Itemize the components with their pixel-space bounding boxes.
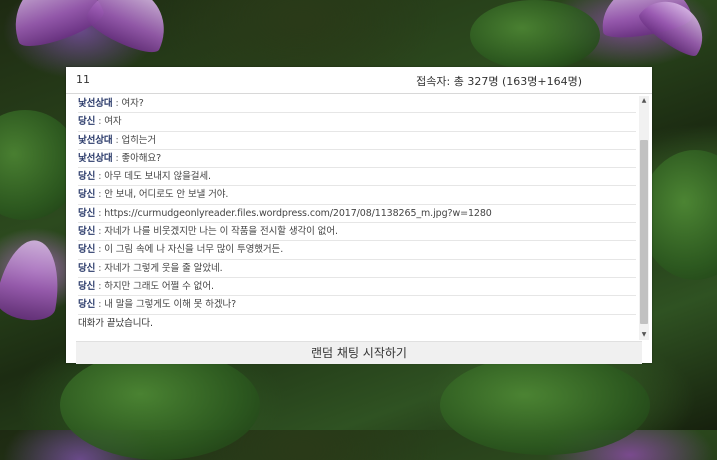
message-speaker: 당신 <box>78 116 96 128</box>
message-text: 아무 데도 보내지 않을걸세. <box>104 171 211 183</box>
flower-petal <box>0 235 67 325</box>
chat-message: 낯선상대 : 여자? <box>78 95 636 114</box>
message-speaker: 당신 <box>78 262 96 274</box>
message-text: 자네가 나를 비웃겠지만 나는 이 작품을 전시할 생각이 없어. <box>104 226 338 238</box>
chat-message: 낯선상대 : 좋아해요? <box>78 150 636 169</box>
scroll-thumb[interactable] <box>640 140 648 324</box>
chat-message: 당신 : 하지만 그래도 어쩔 수 없어. <box>78 278 636 297</box>
message-text: 여자? <box>121 98 144 109</box>
chat-message: 당신 : 여자 <box>78 113 636 132</box>
message-speaker: 당신 <box>78 171 96 183</box>
message-speaker: 당신 <box>78 207 96 219</box>
scroll-up-arrow-icon[interactable]: ▲ <box>639 96 649 106</box>
message-speaker: 낯선상대 <box>78 134 113 146</box>
message-text: 하지만 그래도 어쩔 수 없어. <box>104 280 214 292</box>
message-speaker: 당신 <box>78 299 96 311</box>
visitor-count: 접속자: 총 327명 (163명+164명) <box>416 75 582 88</box>
message-text: 안 보내, 어디로도 안 보낼 거야. <box>104 189 229 201</box>
message-text: 여자 <box>104 116 122 128</box>
lily-pad <box>470 0 600 70</box>
chat-message: 낯선상대 : 업히는거 <box>78 132 636 150</box>
system-message: 대화가 끝났습니다. <box>78 317 153 329</box>
chat-message: 당신 : 내 말을 그렇게도 이해 못 하겠나? <box>78 296 636 315</box>
chat-panel: 11 접속자: 총 327명 (163명+164명) 낯선상대 : 여자? 당신… <box>66 67 652 364</box>
room-id: 11 <box>76 73 90 86</box>
flower-petal <box>82 0 178 60</box>
scroll-down-arrow-icon[interactable]: ▼ <box>639 330 649 340</box>
chat-message: 당신 : 자네가 나를 비웃겠지만 나는 이 작품을 전시할 생각이 없어. <box>78 223 636 242</box>
lily-pad <box>440 355 650 455</box>
message-text: 좋아해요? <box>121 152 162 164</box>
message-list: 낯선상대 : 여자? 당신 : 여자 낯선상대 : 업히는거 낯선상대 : 좋아… <box>78 95 636 339</box>
message-text: 내 말을 그렇게도 이해 못 하겠나? <box>104 299 237 311</box>
chat-message: 당신 : https://curmudgeonlyreader.files.wo… <box>78 205 636 224</box>
message-scrollbar[interactable]: ▲ ▼ <box>639 96 649 340</box>
start-random-chat-button[interactable]: 랜덤 채팅 시작하기 <box>76 341 642 364</box>
message-speaker: 당신 <box>78 244 96 256</box>
chat-message: 당신 : 아무 데도 보내지 않을걸세. <box>78 168 636 187</box>
chat-header: 11 접속자: 총 327명 (163명+164명) <box>66 67 652 94</box>
chat-message: 당신 : 이 그림 속에 나 자신을 너무 많이 투영했거든. <box>78 241 636 260</box>
chat-message: 당신 : 자네가 그렇게 웃을 줄 알았네. <box>78 260 636 278</box>
message-text: 이 그림 속에 나 자신을 너무 많이 투영했거든. <box>104 244 284 256</box>
message-speaker: 당신 <box>78 280 96 292</box>
message-speaker: 당신 <box>78 189 96 201</box>
lily-pad <box>60 350 260 460</box>
chat-message: 당신 : 안 보내, 어디로도 안 보낼 거야. <box>78 186 636 205</box>
message-link[interactable]: https://curmudgeonlyreader.files.wordpre… <box>104 208 492 219</box>
message-text: 자네가 그렇게 웃을 줄 알았네. <box>104 262 223 274</box>
message-speaker: 낯선상대 <box>78 152 113 164</box>
message-text: 업히는거 <box>121 134 157 146</box>
message-speaker: 낯선상대 <box>78 98 113 109</box>
message-speaker: 당신 <box>78 226 96 238</box>
